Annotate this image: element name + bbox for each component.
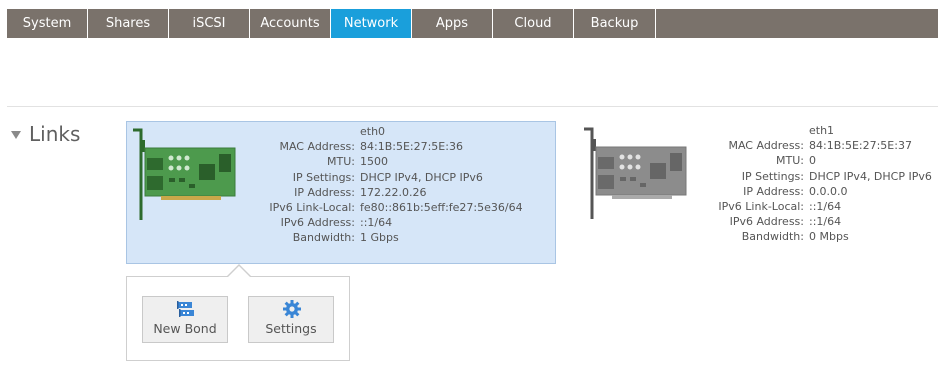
field-row: IPv6 Link-Local: fe80::861b:5eff:fe27:5e3… [247,200,523,215]
field-row: IPv6 Address:::1/64 [247,215,523,230]
field-value: ::1/64 [809,200,842,214]
popover-arrow-fill [228,266,250,277]
field-row: Bandwidth: 0 Mbps [700,229,932,244]
adapter-card-eth1[interactable]: eth1 MAC Address: 84:1B:5E:27:5E:37 MTU: 0… [580,121,932,264]
field-value: ::1/64 [360,216,393,230]
field-label: IP Settings: [741,169,804,183]
field-value: 0 [809,154,816,168]
adapter-info: eth0 MAC Address: 84:1B:5E:27:5E:36 MTU: 1… [247,124,523,246]
field-label: IP Address: [294,185,355,199]
field-value: 172.22.0.26 [360,185,427,199]
field-label: IPv6 Address: [280,216,355,230]
field-value: fe80::861b:5eff:fe27:5e36/64 [360,201,523,215]
adapter-popover: New Bond Settings [126,276,350,361]
adapter-name: eth0 [360,125,386,138]
field-row: Bandwidth: 1 Gbps [247,230,523,245]
field-value: 84:1B:5E:27:5E:36 [360,140,463,154]
field-row: MAC Address: 84:1B:5E:27:5E:36 [247,139,523,154]
field-label: MTU: [776,154,804,168]
tab-accounts[interactable]: Accounts [250,9,331,38]
bond-icon [177,301,194,317]
section-title: Links [29,122,81,146]
new-bond-button[interactable]: New Bond [142,296,228,343]
field-row: IP Address: 172.22.0.26 [247,185,523,200]
field-label: IP Settings: [292,170,355,184]
tab-system[interactable]: System [7,9,88,38]
field-row: IPv6 Address:::1/64 [700,214,932,229]
tab-shares[interactable]: Shares [88,9,169,38]
field-label: IPv6 Link-Local: [269,201,355,215]
settings-button[interactable]: Settings [248,296,334,343]
tab-cloud[interactable]: Cloud [493,9,574,38]
field-row: IP Settings: DHCP IPv4, DHCP IPv6 [247,170,523,185]
tab-iscsi[interactable]: iSCSI [169,9,250,38]
field-label: MAC Address: [728,139,804,153]
field-label: IP Address: [743,184,804,198]
links-section-header[interactable]: Links [11,121,80,147]
settings-label: Settings [265,321,317,336]
collapse-caret-icon[interactable] [11,130,21,139]
top-nav: System Shares iSCSI Accounts Network App… [7,9,938,38]
tab-apps[interactable]: Apps [412,9,493,38]
network-card-icon [584,127,687,219]
tab-backup[interactable]: Backup [574,9,656,38]
field-value: 84:1B:5E:27:5E:37 [809,139,912,153]
field-value: 1500 [360,155,388,169]
new-bond-label: New Bond [153,321,217,336]
adapter-name: eth1 [809,124,835,137]
field-value: 1 Gbps [360,231,399,245]
tab-network[interactable]: Network [331,9,412,38]
field-row: IPv6 Link-Local:::1/64 [700,199,932,214]
field-row: MTU: 0 [700,153,932,168]
field-value: DHCP IPv4, DHCP IPv6 [360,170,483,184]
field-value: DHCP IPv4, DHCP IPv6 [809,169,932,183]
adapter-card-eth0[interactable]: eth0 MAC Address: 84:1B:5E:27:5E:36 MTU: 1… [126,121,556,264]
field-label: IPv6 Link-Local: [718,200,804,214]
adapter-info: eth1 MAC Address: 84:1B:5E:27:5E:37 MTU: 0… [700,123,932,245]
field-value: ::1/64 [809,215,842,229]
field-row: IP Address: 0.0.0.0 [700,184,932,199]
network-card-icon [133,128,236,220]
field-label: MTU: [327,155,355,169]
field-label: Bandwidth: [292,231,355,245]
field-label: Bandwidth: [741,230,804,244]
field-row: MTU: 1500 [247,154,523,169]
gear-icon [283,300,301,318]
field-value: 0.0.0.0 [809,184,848,198]
divider [7,106,938,107]
field-row: IP Settings: DHCP IPv4, DHCP IPv6 [700,169,932,184]
field-label: IPv6 Address: [729,215,804,229]
field-value: 0 Mbps [809,230,849,244]
field-row: MAC Address: 84:1B:5E:27:5E:37 [700,138,932,153]
field-label: MAC Address: [279,140,355,154]
